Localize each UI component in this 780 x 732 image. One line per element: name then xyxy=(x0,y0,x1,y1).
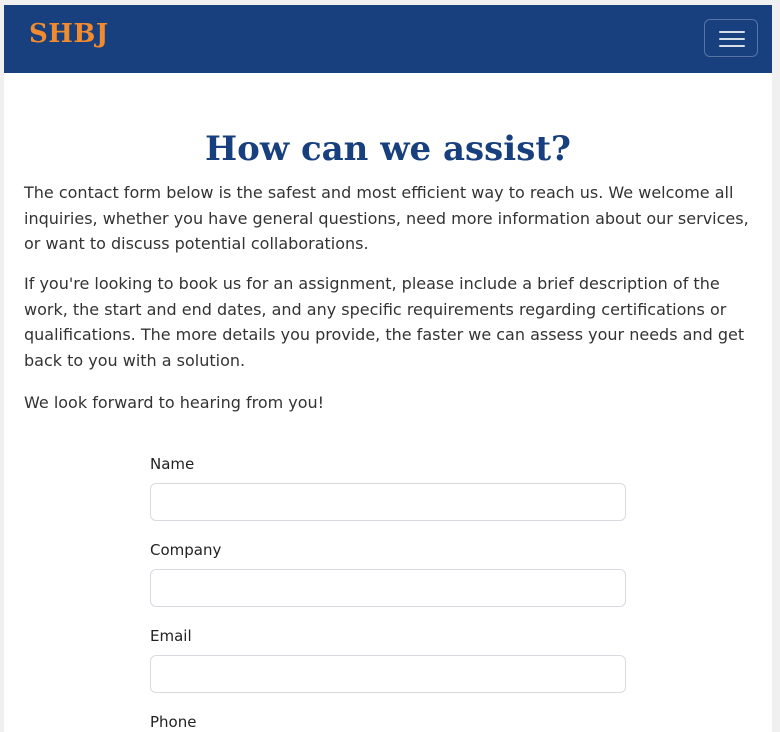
brand-logo[interactable]: SHBJ xyxy=(29,19,109,49)
email-input[interactable] xyxy=(150,655,626,693)
company-input[interactable] xyxy=(150,569,626,607)
navbar: SHBJ xyxy=(4,5,772,73)
booking-paragraph: If you're looking to book us for an assi… xyxy=(24,274,745,370)
intro-paragraph: The contact form below is the safest and… xyxy=(24,183,749,253)
page-title: How can we assist? xyxy=(205,129,571,169)
company-label: Company xyxy=(150,541,222,559)
navbar-toggle-button[interactable] xyxy=(704,19,758,57)
name-label: Name xyxy=(150,455,195,473)
page: SHBJ How can we assist? The contact form… xyxy=(4,5,772,732)
phone-label: Phone xyxy=(150,713,197,731)
closing-paragraph: We look forward to hearing from you! xyxy=(24,393,325,412)
name-input[interactable] xyxy=(150,483,626,521)
email-label: Email xyxy=(150,627,192,645)
